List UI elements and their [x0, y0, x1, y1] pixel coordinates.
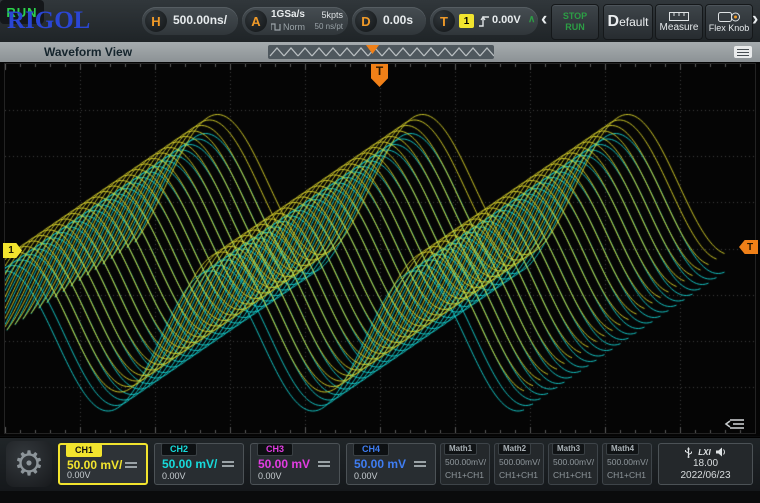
- waveform-display: T 1 T: [0, 62, 760, 436]
- delay-settings-button[interactable]: D 0.00s: [352, 7, 426, 35]
- channel1-cell[interactable]: CH1 50.00 mV/ 0.00V: [58, 443, 148, 485]
- system-status-cell[interactable]: LXI 18.00 2022/06/23: [658, 443, 753, 485]
- default-button[interactable]: Default: [603, 4, 653, 40]
- usb-icon: [684, 447, 693, 458]
- display-menu-button[interactable]: [734, 46, 752, 58]
- horizontal-settings-button[interactable]: H 500.00ns/: [142, 7, 238, 35]
- dc-coupling-icon: [414, 461, 426, 470]
- lxi-badge: LXI: [698, 448, 710, 457]
- dc-coupling-icon: [125, 462, 137, 471]
- channel-status-bar: ⚙ CH1 50.00 mV/ 0.00V CH2 50.00 mV/ 0.00…: [0, 437, 760, 491]
- math2-cell[interactable]: Math2 500.00mV/ CH1+CH1: [494, 443, 544, 485]
- trigger-coupling-mark: ∧: [528, 14, 535, 25]
- math4-tab: Math4: [606, 443, 639, 455]
- toolbar-scroll-right-icon[interactable]: ›: [752, 8, 758, 32]
- tab-waveform-view[interactable]: Waveform View: [44, 45, 132, 59]
- memory-waveform-pattern: [268, 45, 494, 59]
- channel4-cell[interactable]: CH4 50.00 mV 0.00V: [346, 443, 436, 485]
- dc-coupling-icon: [222, 461, 234, 470]
- h-key-icon: H: [145, 10, 167, 32]
- brand-logo: RIGOL: [7, 7, 90, 35]
- gear-icon: ⚙: [14, 444, 44, 484]
- dc-coupling-icon: [318, 461, 330, 470]
- stop-run-label-2: RUN: [563, 22, 587, 33]
- stop-run-label-1: STOP: [563, 11, 587, 22]
- math3-expression: CH1+CH1: [553, 470, 592, 480]
- settings-gear-button[interactable]: ⚙: [6, 441, 52, 487]
- flex-knob-icon: [718, 11, 740, 22]
- a-key-icon: A: [245, 10, 267, 32]
- math1-expression: CH1+CH1: [445, 470, 484, 480]
- results-collapse-icon[interactable]: [722, 416, 750, 432]
- acquisition-settings-button[interactable]: A 1GSa/s 5kpts Norm 50 ns/pt: [242, 7, 348, 35]
- channel1-offset: 0.00V: [67, 470, 91, 480]
- speaker-icon: [716, 447, 727, 457]
- trigger-level-value: 0.00V: [492, 14, 521, 26]
- trigger-source-badge: 1: [459, 14, 474, 28]
- math4-cell[interactable]: Math4 500.00mV/ CH1+CH1: [602, 443, 652, 485]
- channel4-scale: 50.00 mV: [354, 457, 406, 471]
- channel2-cell[interactable]: CH2 50.00 mV/ 0.00V: [154, 443, 244, 485]
- system-time: 18.00: [693, 458, 718, 470]
- channel4-tab: CH4: [353, 443, 389, 456]
- math1-scale: 500.00mV/: [445, 457, 486, 467]
- sample-rate-value: 1GSa/s: [271, 9, 305, 21]
- channel3-scale: 50.00 mV: [258, 457, 310, 471]
- channel3-offset: 0.00V: [258, 471, 282, 481]
- system-date: 2022/06/23: [680, 470, 730, 482]
- math3-tab: Math3: [552, 443, 585, 455]
- math2-scale: 500.00mV/: [499, 457, 540, 467]
- channel3-cell[interactable]: CH3 50.00 mV 0.00V: [250, 443, 340, 485]
- channel1-tab: CH1: [66, 444, 102, 457]
- memory-position-indicator[interactable]: [268, 45, 494, 59]
- t-key-icon: T: [433, 10, 455, 32]
- math3-cell[interactable]: Math3 500.00mV/ CH1+CH1: [548, 443, 598, 485]
- math1-cell[interactable]: Math1 500.00mV/ CH1+CH1: [440, 443, 490, 485]
- waveform-canvas[interactable]: [5, 64, 755, 433]
- default-initial: D: [608, 13, 620, 30]
- math3-scale: 500.00mV/: [553, 457, 594, 467]
- math4-expression: CH1+CH1: [607, 470, 646, 480]
- view-tab-bar: Waveform View: [0, 42, 760, 63]
- horizontal-scale-value: 500.00ns/: [173, 13, 227, 27]
- channel2-scale: 50.00 mV/: [162, 457, 217, 471]
- flex-knob-button[interactable]: Flex Knob: [705, 4, 753, 40]
- measure-button[interactable]: Measure: [655, 4, 703, 40]
- top-toolbar: RIGOL RUN H 500.00ns/ A 1GSa/s 5kpts: [0, 0, 760, 43]
- channel2-offset: 0.00V: [162, 471, 186, 481]
- toolbar-scroll-left-icon[interactable]: ‹: [541, 8, 547, 32]
- math1-tab: Math1: [444, 443, 477, 455]
- d-key-icon: D: [355, 10, 377, 32]
- math2-expression: CH1+CH1: [499, 470, 538, 480]
- sample-interval-value: 50 ns/pt: [315, 21, 343, 33]
- square-wave-icon: [271, 23, 281, 31]
- acquisition-mode-label: Norm: [283, 21, 305, 33]
- channel2-tab: CH2: [161, 443, 197, 456]
- memory-depth-value: 5kpts: [321, 9, 343, 21]
- default-label: efault: [619, 15, 648, 29]
- channel3-tab: CH3: [257, 443, 293, 456]
- stop-run-button[interactable]: STOP RUN: [551, 4, 599, 40]
- trigger-settings-button[interactable]: T 1 0.00V ∧: [430, 7, 538, 35]
- ruler-icon: [669, 12, 689, 21]
- math4-scale: 500.00mV/: [607, 457, 648, 467]
- math2-tab: Math2: [498, 443, 531, 455]
- trigger-slope-icon: [478, 14, 490, 33]
- measure-label: Measure: [660, 22, 699, 33]
- channel4-offset: 0.00V: [354, 471, 378, 481]
- flex-knob-label: Flex Knob: [709, 23, 750, 33]
- oscilloscope-screen: RIGOL RUN H 500.00ns/ A 1GSa/s 5kpts: [0, 0, 760, 503]
- delay-value: 0.00s: [383, 13, 413, 27]
